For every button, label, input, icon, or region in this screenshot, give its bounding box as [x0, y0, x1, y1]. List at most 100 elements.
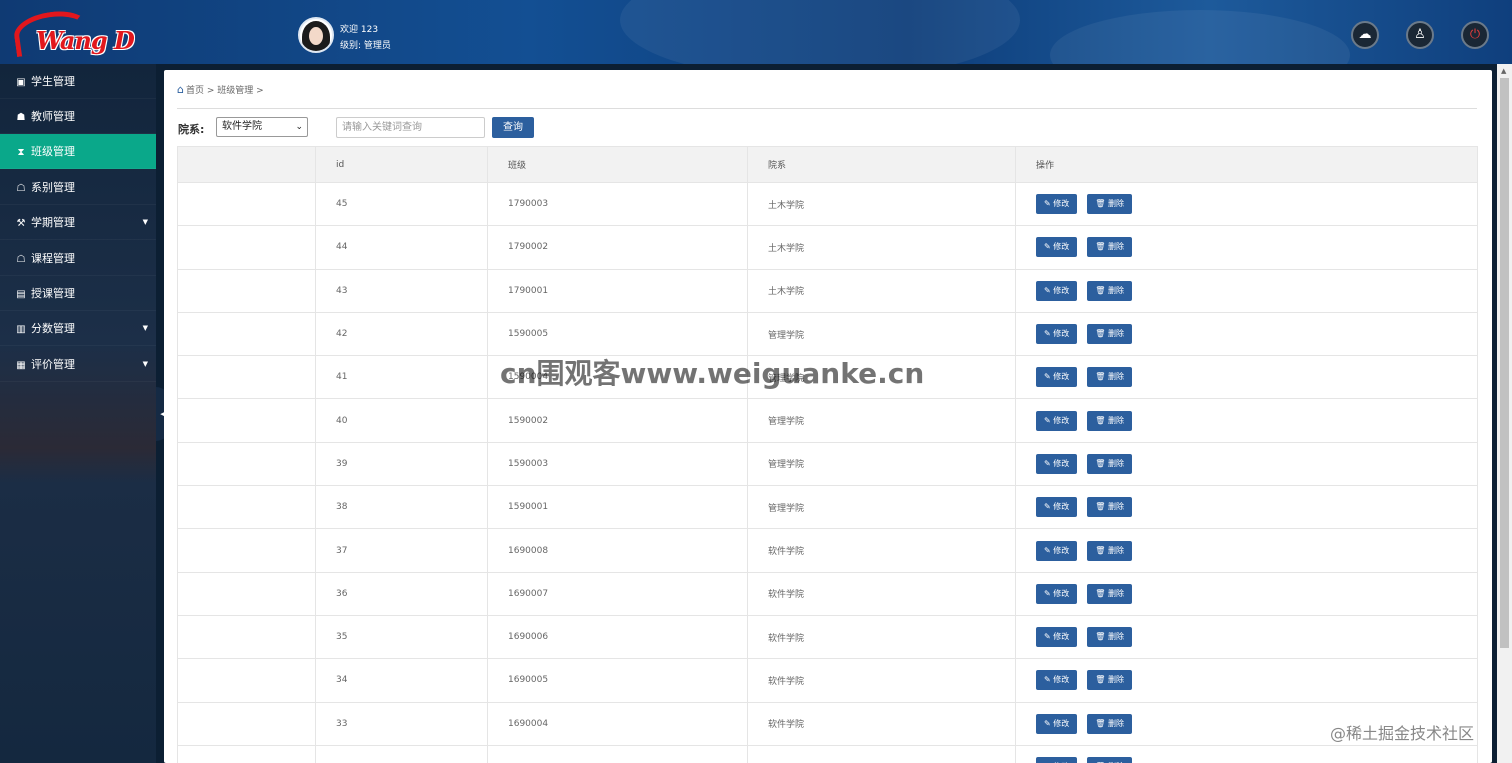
delete-button-label: 删除: [1107, 242, 1124, 252]
edit-button[interactable]: ✎ 修改: [1036, 280, 1078, 301]
home-icon[interactable]: ⌂: [177, 83, 184, 96]
page-scrollbar[interactable]: ▲: [1497, 64, 1512, 763]
edit-button[interactable]: ✎ 修改: [1036, 627, 1078, 648]
delete-button[interactable]: 🗑 删除: [1087, 627, 1132, 648]
edit-button[interactable]: ✎ 修改: [1036, 194, 1078, 215]
delete-button[interactable]: 🗑 删除: [1087, 453, 1132, 474]
row-dept: 土木学院: [747, 225, 1016, 270]
row-actions: ✎ 修改 🗑 删除: [1015, 268, 1478, 313]
row-id: 44: [315, 225, 488, 270]
edit-button[interactable]: ✎ 修改: [1036, 324, 1078, 345]
delete-button[interactable]: 🗑 删除: [1087, 324, 1132, 345]
row-dept: 软件学院: [747, 658, 1016, 703]
pencil-icon: ✎: [1044, 545, 1051, 555]
delete-button[interactable]: 🗑 删除: [1087, 194, 1132, 215]
sidebar-item-department[interactable]: ☖ 系别管理: [0, 170, 156, 205]
delete-button[interactable]: 🗑 删除: [1087, 540, 1132, 561]
delete-button[interactable]: 🗑 删除: [1087, 757, 1132, 763]
row-id: 45: [315, 181, 488, 227]
table-header-row: id 班级 院系 操作: [177, 146, 1478, 183]
app-logo[interactable]: Wang D: [11, 6, 138, 58]
edit-button[interactable]: ✎ 修改: [1036, 453, 1078, 474]
sidebar-item-semester[interactable]: ⚒ 学期管理 ▼: [0, 205, 156, 240]
sidebar-item-teacher[interactable]: ☗ 教师管理: [0, 99, 156, 134]
edit-button[interactable]: ✎ 修改: [1036, 540, 1078, 561]
table-header-dept: 院系: [747, 146, 1016, 183]
delete-button[interactable]: 🗑 删除: [1087, 670, 1132, 691]
edit-button[interactable]: ✎ 修改: [1036, 497, 1078, 518]
row-blank-cell: [177, 398, 316, 443]
search-button[interactable]: 查询: [492, 117, 534, 138]
edit-button[interactable]: ✎ 修改: [1036, 583, 1078, 604]
row-dept: 管理学院: [747, 441, 1016, 487]
row-actions: ✎ 修改 🗑 删除: [1015, 528, 1478, 573]
header-wave-decoration: [1050, 10, 1350, 64]
delete-button-label: 删除: [1107, 632, 1124, 642]
delete-button[interactable]: 🗑 删除: [1087, 367, 1132, 388]
row-blank-cell: [177, 744, 316, 763]
delete-button[interactable]: 🗑 删除: [1087, 583, 1132, 604]
delete-button[interactable]: 🗑 删除: [1087, 497, 1132, 518]
pencil-icon: ✎: [1044, 588, 1051, 598]
power-icon[interactable]: ⏻: [1461, 21, 1489, 49]
table-row: 38 1590001 管理学院 ✎ 修改 🗑 删除: [177, 485, 1478, 530]
search-input[interactable]: 请输入关键词查询: [336, 117, 485, 138]
user-icon[interactable]: ♙: [1406, 21, 1434, 49]
cloud-icon[interactable]: ☁: [1351, 21, 1379, 49]
row-blank-cell: [177, 268, 316, 313]
row-dept: 管理学院: [747, 311, 1016, 357]
row-id: [315, 744, 488, 763]
sidebar-item-label: 授课管理: [31, 287, 75, 300]
delete-button[interactable]: 🗑 删除: [1087, 410, 1132, 431]
department-select[interactable]: 软件学院 ⌄: [216, 117, 308, 137]
sitemap-icon: ☖: [16, 254, 26, 265]
sidebar-item-evaluation[interactable]: ▦ 评价管理 ▼: [0, 347, 156, 382]
delete-button[interactable]: 🗑 删除: [1087, 237, 1132, 258]
trash-icon: 🗑: [1095, 545, 1106, 555]
pencil-icon: ✎: [1044, 372, 1051, 382]
breadcrumb-home[interactable]: 首页: [186, 86, 204, 96]
header-wave-decoration: [620, 0, 1020, 64]
trash-icon: 🗑: [1095, 675, 1106, 685]
row-blank-cell: [177, 614, 316, 660]
row-class: [487, 744, 748, 763]
sidebar-item-student[interactable]: ▣ 学生管理: [0, 64, 156, 99]
edit-button[interactable]: ✎ 修改: [1036, 367, 1078, 388]
sidebar-item-class[interactable]: ⧗ 班级管理: [0, 134, 156, 169]
row-blank-cell: [177, 658, 316, 703]
edit-button[interactable]: ✎ 修改: [1036, 670, 1078, 691]
id-card-icon: ▣: [16, 77, 26, 88]
sidebar-item-course[interactable]: ☖ 课程管理: [0, 241, 156, 276]
delete-button-label: 删除: [1107, 285, 1124, 295]
delete-button[interactable]: 🗑 删除: [1087, 280, 1132, 301]
class-table: id 班级 院系 操作 45 1790003 土木学院 ✎ 修改 🗑 删除 44 17900…: [177, 146, 1478, 763]
trash-icon: 🗑: [1095, 285, 1106, 295]
row-actions: ✎ 修改 🗑 删除: [1015, 441, 1478, 487]
row-class: 1790001: [487, 268, 748, 313]
edit-button[interactable]: ✎ 修改: [1036, 237, 1078, 258]
edit-button[interactable]: ✎ 修改: [1036, 713, 1078, 734]
edit-button-label: 修改: [1053, 718, 1070, 728]
watermark-center: cn围观客www.weiguanke.cn: [500, 357, 925, 390]
pencil-icon: ✎: [1044, 329, 1051, 339]
trash-icon: 🗑: [1095, 588, 1106, 598]
sidebar: ▣ 学生管理 ☗ 教师管理 ⧗ 班级管理 ☖ 系别管理 ⚒ 学期管理 ▼ ☖ 课程管理 ▤ 授课…: [0, 64, 156, 763]
edit-button-label: 修改: [1053, 199, 1070, 209]
file-icon: ▦: [16, 360, 26, 371]
table-row: 软件学院 ✎ 修改 🗑 删除: [177, 744, 1478, 763]
sidebar-item-score[interactable]: ▥ 分数管理 ▼: [0, 311, 156, 346]
edit-button[interactable]: ✎ 修改: [1036, 757, 1078, 763]
table-row: 33 1690004 软件学院 ✎ 修改 🗑 删除: [177, 701, 1478, 746]
pencil-icon: ✎: [1044, 675, 1051, 685]
caret-down-icon: ▼: [142, 360, 148, 368]
table-header-actions: 操作: [1015, 146, 1478, 183]
scroll-up-icon[interactable]: ▲: [1501, 67, 1506, 75]
edit-button-label: 修改: [1053, 588, 1070, 598]
scrollbar-thumb[interactable]: [1500, 78, 1509, 648]
row-actions: ✎ 修改 🗑 删除: [1015, 614, 1478, 660]
avatar[interactable]: [298, 17, 334, 53]
delete-button[interactable]: 🗑 删除: [1087, 713, 1132, 734]
edit-button-label: 修改: [1053, 675, 1070, 685]
sidebar-item-teaching[interactable]: ▤ 授课管理: [0, 276, 156, 311]
edit-button[interactable]: ✎ 修改: [1036, 410, 1078, 431]
